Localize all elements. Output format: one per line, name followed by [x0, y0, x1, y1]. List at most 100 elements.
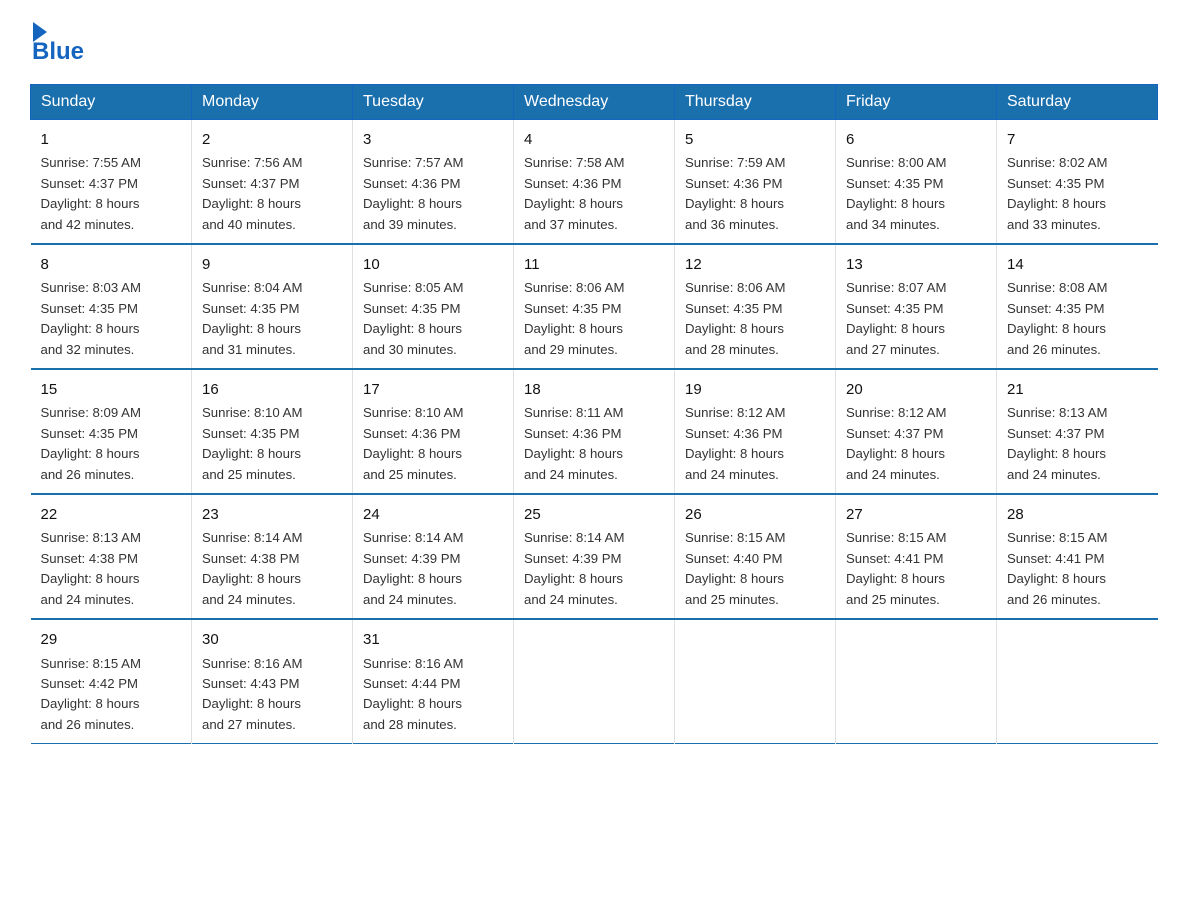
- calendar-cell: 24Sunrise: 8:14 AM Sunset: 4:39 PM Dayli…: [353, 494, 514, 619]
- day-info: Sunrise: 8:10 AM Sunset: 4:35 PM Dayligh…: [202, 403, 342, 485]
- day-info: Sunrise: 8:10 AM Sunset: 4:36 PM Dayligh…: [363, 403, 503, 485]
- calendar-cell: 31 Sunrise: 8:16 AM Sunset: 4:44 PM Dayli…: [353, 619, 514, 744]
- calendar-cell: 9Sunrise: 8:04 AM Sunset: 4:35 PM Daylig…: [192, 244, 353, 369]
- day-number: 4: [524, 128, 664, 151]
- day-number: 25: [524, 503, 664, 526]
- day-number: 9: [202, 253, 342, 276]
- day-info: Sunrise: 8:00 AM Sunset: 4:35 PM Dayligh…: [846, 153, 986, 235]
- calendar-cell: 14Sunrise: 8:08 AM Sunset: 4:35 PM Dayli…: [997, 244, 1158, 369]
- day-info: Sunrise: 7:56 AM Sunset: 4:37 PM Dayligh…: [202, 153, 342, 235]
- day-info: Sunrise: 8:13 AM Sunset: 4:38 PM Dayligh…: [41, 528, 182, 610]
- calendar-cell: 2Sunrise: 7:56 AM Sunset: 4:37 PM Daylig…: [192, 120, 353, 245]
- day-info: Sunrise: 8:11 AM Sunset: 4:36 PM Dayligh…: [524, 403, 664, 485]
- calendar-cell: 13Sunrise: 8:07 AM Sunset: 4:35 PM Dayli…: [836, 244, 997, 369]
- day-info: Sunrise: 8:03 AM Sunset: 4:35 PM Dayligh…: [41, 278, 182, 360]
- day-info: Sunrise: 8:14 AM Sunset: 4:39 PM Dayligh…: [363, 528, 503, 610]
- day-info: Sunrise: 7:57 AM Sunset: 4:36 PM Dayligh…: [363, 153, 503, 235]
- day-number: 24: [363, 503, 503, 526]
- day-number: 7: [1007, 128, 1148, 151]
- calendar-cell: 3Sunrise: 7:57 AM Sunset: 4:36 PM Daylig…: [353, 120, 514, 245]
- calendar-cell: 23Sunrise: 8:14 AM Sunset: 4:38 PM Dayli…: [192, 494, 353, 619]
- calendar-cell: 12Sunrise: 8:06 AM Sunset: 4:35 PM Dayli…: [675, 244, 836, 369]
- weekday-header: Wednesday: [514, 85, 675, 120]
- calendar-week-row: 1Sunrise: 7:55 AM Sunset: 4:37 PM Daylig…: [31, 120, 1158, 245]
- day-number: 23: [202, 503, 342, 526]
- day-number: 11: [524, 253, 664, 276]
- day-number: 21: [1007, 378, 1148, 401]
- day-number: 15: [41, 378, 182, 401]
- logo-bottom-text: Blue: [32, 38, 84, 66]
- calendar-cell: 18Sunrise: 8:11 AM Sunset: 4:36 PM Dayli…: [514, 369, 675, 494]
- calendar-week-row: 22Sunrise: 8:13 AM Sunset: 4:38 PM Dayli…: [31, 494, 1158, 619]
- calendar-cell: 25Sunrise: 8:14 AM Sunset: 4:39 PM Dayli…: [514, 494, 675, 619]
- day-number: 1: [41, 128, 182, 151]
- day-number: 26: [685, 503, 825, 526]
- weekday-header: Saturday: [997, 85, 1158, 120]
- weekday-header: Thursday: [675, 85, 836, 120]
- day-info: Sunrise: 8:06 AM Sunset: 4:35 PM Dayligh…: [685, 278, 825, 360]
- day-number: 17: [363, 378, 503, 401]
- day-number: 10: [363, 253, 503, 276]
- day-number: 19: [685, 378, 825, 401]
- day-info: Sunrise: 8:07 AM Sunset: 4:35 PM Dayligh…: [846, 278, 986, 360]
- calendar-header-row: SundayMondayTuesdayWednesdayThursdayFrid…: [31, 85, 1158, 120]
- calendar-cell: 17Sunrise: 8:10 AM Sunset: 4:36 PM Dayli…: [353, 369, 514, 494]
- logo: Blue: [30, 20, 84, 66]
- day-number: 13: [846, 253, 986, 276]
- calendar-cell: 27Sunrise: 8:15 AM Sunset: 4:41 PM Dayli…: [836, 494, 997, 619]
- day-number: 29: [41, 628, 182, 651]
- calendar-cell: 8Sunrise: 8:03 AM Sunset: 4:35 PM Daylig…: [31, 244, 192, 369]
- day-number: 8: [41, 253, 182, 276]
- day-number: 28: [1007, 503, 1148, 526]
- page-header: Blue: [30, 20, 1158, 66]
- day-info: Sunrise: 7:55 AM Sunset: 4:37 PM Dayligh…: [41, 153, 182, 235]
- day-info: Sunrise: 8:15 AM Sunset: 4:40 PM Dayligh…: [685, 528, 825, 610]
- day-info: Sunrise: 8:12 AM Sunset: 4:36 PM Dayligh…: [685, 403, 825, 485]
- calendar-cell: 7Sunrise: 8:02 AM Sunset: 4:35 PM Daylig…: [997, 120, 1158, 245]
- calendar-cell: 10Sunrise: 8:05 AM Sunset: 4:35 PM Dayli…: [353, 244, 514, 369]
- calendar-cell: 15Sunrise: 8:09 AM Sunset: 4:35 PM Dayli…: [31, 369, 192, 494]
- calendar-cell: [836, 619, 997, 744]
- day-number: 31: [363, 628, 503, 651]
- day-info: Sunrise: 8:15 AM Sunset: 4:41 PM Dayligh…: [1007, 528, 1148, 610]
- calendar-cell: 16Sunrise: 8:10 AM Sunset: 4:35 PM Dayli…: [192, 369, 353, 494]
- weekday-header: Monday: [192, 85, 353, 120]
- day-number: 5: [685, 128, 825, 151]
- day-info: Sunrise: 7:58 AM Sunset: 4:36 PM Dayligh…: [524, 153, 664, 235]
- day-number: 2: [202, 128, 342, 151]
- day-number: 22: [41, 503, 182, 526]
- calendar-cell: 1Sunrise: 7:55 AM Sunset: 4:37 PM Daylig…: [31, 120, 192, 245]
- day-info: Sunrise: 8:16 AM Sunset: 4:44 PM Dayligh…: [363, 654, 503, 736]
- day-info: Sunrise: 7:59 AM Sunset: 4:36 PM Dayligh…: [685, 153, 825, 235]
- calendar-cell: [514, 619, 675, 744]
- day-number: 12: [685, 253, 825, 276]
- day-number: 3: [363, 128, 503, 151]
- calendar-week-row: 15Sunrise: 8:09 AM Sunset: 4:35 PM Dayli…: [31, 369, 1158, 494]
- calendar-cell: 30 Sunrise: 8:16 AM Sunset: 4:43 PM Dayli…: [192, 619, 353, 744]
- calendar-table: SundayMondayTuesdayWednesdayThursdayFrid…: [30, 84, 1158, 744]
- day-info: Sunrise: 8:06 AM Sunset: 4:35 PM Dayligh…: [524, 278, 664, 360]
- calendar-cell: [675, 619, 836, 744]
- day-number: 27: [846, 503, 986, 526]
- day-info: Sunrise: 8:14 AM Sunset: 4:39 PM Dayligh…: [524, 528, 664, 610]
- day-info: Sunrise: 8:09 AM Sunset: 4:35 PM Dayligh…: [41, 403, 182, 485]
- calendar-cell: 29Sunrise: 8:15 AM Sunset: 4:42 PM Dayli…: [31, 619, 192, 744]
- calendar-cell: [997, 619, 1158, 744]
- day-info: Sunrise: 8:05 AM Sunset: 4:35 PM Dayligh…: [363, 278, 503, 360]
- day-info: Sunrise: 8:13 AM Sunset: 4:37 PM Dayligh…: [1007, 403, 1148, 485]
- day-info: Sunrise: 8:04 AM Sunset: 4:35 PM Dayligh…: [202, 278, 342, 360]
- day-number: 18: [524, 378, 664, 401]
- calendar-cell: 26Sunrise: 8:15 AM Sunset: 4:40 PM Dayli…: [675, 494, 836, 619]
- day-number: 14: [1007, 253, 1148, 276]
- calendar-week-row: 8Sunrise: 8:03 AM Sunset: 4:35 PM Daylig…: [31, 244, 1158, 369]
- day-info: Sunrise: 8:14 AM Sunset: 4:38 PM Dayligh…: [202, 528, 342, 610]
- day-number: 20: [846, 378, 986, 401]
- day-info: Sunrise: 8:08 AM Sunset: 4:35 PM Dayligh…: [1007, 278, 1148, 360]
- day-number: 16: [202, 378, 342, 401]
- calendar-cell: 28Sunrise: 8:15 AM Sunset: 4:41 PM Dayli…: [997, 494, 1158, 619]
- calendar-cell: 11Sunrise: 8:06 AM Sunset: 4:35 PM Dayli…: [514, 244, 675, 369]
- day-info: Sunrise: 8:16 AM Sunset: 4:43 PM Dayligh…: [202, 654, 342, 736]
- day-number: 30: [202, 628, 342, 651]
- day-info: Sunrise: 8:12 AM Sunset: 4:37 PM Dayligh…: [846, 403, 986, 485]
- day-info: Sunrise: 8:02 AM Sunset: 4:35 PM Dayligh…: [1007, 153, 1148, 235]
